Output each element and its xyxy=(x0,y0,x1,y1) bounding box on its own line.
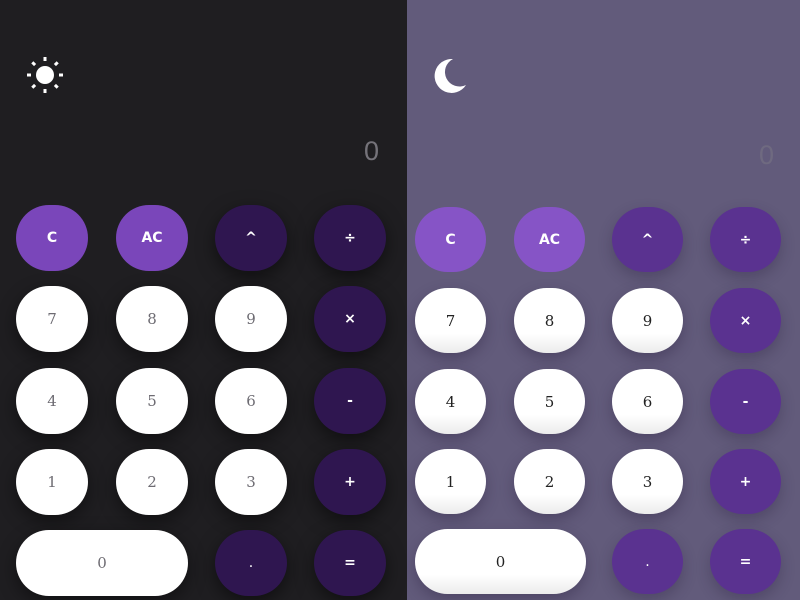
multiply-button[interactable]: × xyxy=(710,288,781,353)
digit-6-button[interactable]: 6 xyxy=(612,369,683,434)
plus-button[interactable]: + xyxy=(710,449,781,514)
calculator-display: 0 xyxy=(363,136,379,166)
digit-4-button[interactable]: 4 xyxy=(16,368,88,434)
digit-6-button[interactable]: 6 xyxy=(215,368,287,434)
digit-0-button[interactable]: 0 xyxy=(415,529,586,594)
calculator-display: 0 xyxy=(758,140,774,170)
equals-button[interactable]: = xyxy=(710,529,781,594)
equals-button[interactable]: = xyxy=(314,530,386,596)
digit-2-button[interactable]: 2 xyxy=(514,449,585,514)
digit-5-button[interactable]: 5 xyxy=(514,369,585,434)
digit-1-button[interactable]: 1 xyxy=(16,449,88,515)
decimal-button[interactable]: . xyxy=(612,529,683,594)
digit-5-button[interactable]: 5 xyxy=(116,368,188,434)
digit-7-button[interactable]: 7 xyxy=(415,288,486,353)
digit-2-button[interactable]: 2 xyxy=(116,449,188,515)
digit-0-button[interactable]: 0 xyxy=(16,530,188,596)
digit-3-button[interactable]: 3 xyxy=(215,449,287,515)
all-clear-button[interactable]: AC xyxy=(116,205,188,271)
clear-button[interactable]: C xyxy=(16,205,88,271)
light-theme-calculator: 0 C AC ^ ÷ 7 8 9 × 4 5 6 - 1 2 3 + 0 . = xyxy=(407,0,800,600)
digit-9-button[interactable]: 9 xyxy=(215,286,287,352)
digit-1-button[interactable]: 1 xyxy=(415,449,486,514)
minus-button[interactable]: - xyxy=(314,368,386,434)
moon-icon[interactable] xyxy=(429,56,469,96)
clear-button[interactable]: C xyxy=(415,207,486,272)
digit-4-button[interactable]: 4 xyxy=(415,369,486,434)
dark-theme-calculator: 0 C AC ^ ÷ 7 8 9 × 4 5 6 - 1 2 3 + 0 . = xyxy=(0,0,407,600)
power-button[interactable]: ^ xyxy=(612,207,683,272)
digit-3-button[interactable]: 3 xyxy=(612,449,683,514)
decimal-button[interactable]: . xyxy=(215,530,287,596)
multiply-button[interactable]: × xyxy=(314,286,386,352)
plus-button[interactable]: + xyxy=(314,449,386,515)
digit-8-button[interactable]: 8 xyxy=(116,286,188,352)
divide-button[interactable]: ÷ xyxy=(710,207,781,272)
divide-button[interactable]: ÷ xyxy=(314,205,386,271)
power-button[interactable]: ^ xyxy=(215,205,287,271)
digit-7-button[interactable]: 7 xyxy=(16,286,88,352)
all-clear-button[interactable]: AC xyxy=(514,207,585,272)
minus-button[interactable]: - xyxy=(710,369,781,434)
sun-icon[interactable] xyxy=(25,55,65,95)
digit-9-button[interactable]: 9 xyxy=(612,288,683,353)
digit-8-button[interactable]: 8 xyxy=(514,288,585,353)
